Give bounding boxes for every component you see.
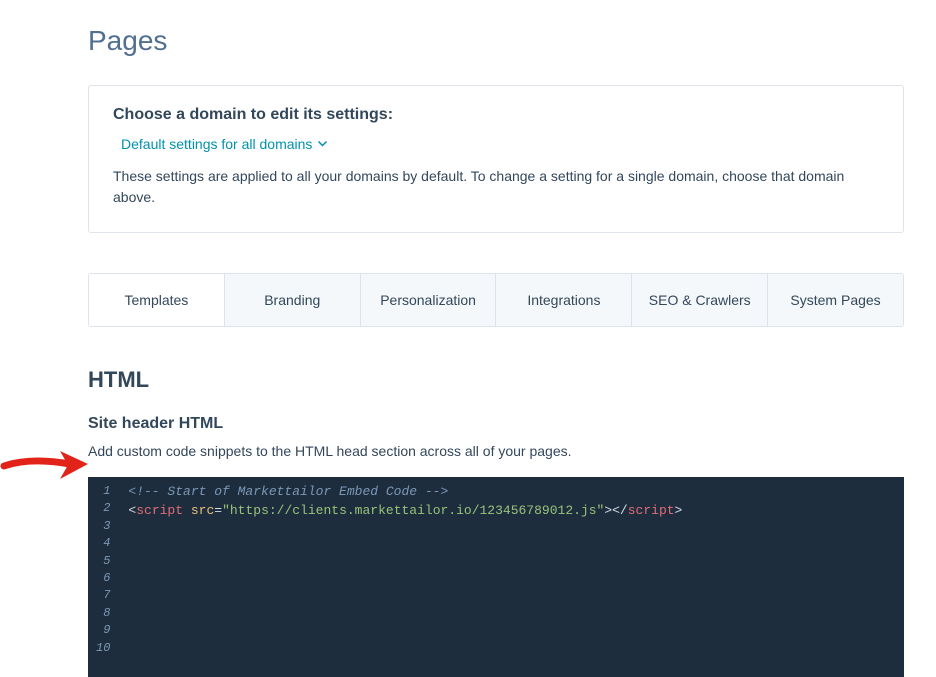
tabs-bar: TemplatesBrandingPersonalizationIntegrat…	[88, 273, 904, 327]
site-header-subtitle: Site header HTML	[88, 415, 904, 433]
code-editor[interactable]: 12345678910 <!-- Start of Markettailor E…	[88, 477, 904, 677]
panel-title: Choose a domain to edit its settings:	[113, 106, 879, 124]
tab-seo-crawlers[interactable]: SEO & Crawlers	[632, 274, 768, 326]
tab-branding[interactable]: Branding	[225, 274, 361, 326]
code-gutter: 12345678910	[88, 477, 118, 677]
tab-integrations[interactable]: Integrations	[496, 274, 632, 326]
caret-down-icon	[318, 141, 327, 147]
domain-select-label: Default settings for all domains	[121, 136, 312, 152]
site-header-desc: Add custom code snippets to the HTML hea…	[88, 443, 904, 459]
code-content[interactable]: <!-- Start of Markettailor Embed Code --…	[118, 477, 904, 677]
tab-system-pages[interactable]: System Pages	[768, 274, 903, 326]
tab-personalization[interactable]: Personalization	[361, 274, 497, 326]
domain-select-dropdown[interactable]: Default settings for all domains	[121, 136, 327, 152]
panel-description: These settings are applied to all your d…	[113, 166, 879, 208]
tab-templates[interactable]: Templates	[89, 274, 225, 326]
page-title: Pages	[88, 25, 904, 57]
domain-settings-panel: Choose a domain to edit its settings: De…	[88, 85, 904, 233]
html-section-title: HTML	[88, 367, 904, 393]
